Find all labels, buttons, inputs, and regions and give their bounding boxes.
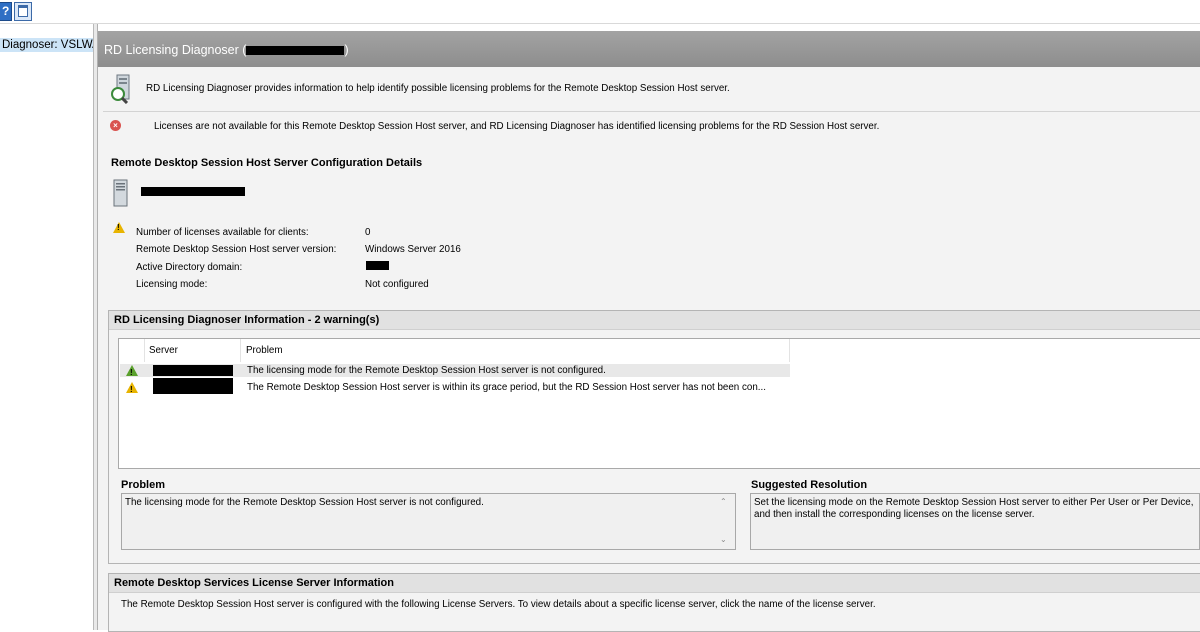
problem-text: The licensing mode for the Remote Deskto… [125,497,484,508]
config-label-licenses: Number of licenses available for clients… [136,227,309,238]
toolbar: ? [0,0,1200,24]
config-value-licensing-mode: Not configured [365,279,429,290]
config-label-version: Remote Desktop Session Host server versi… [136,244,337,255]
problem-cell: The Remote Desktop Session Host server i… [247,382,766,393]
config-value-version: Windows Server 2016 [365,244,461,255]
column-separator[interactable] [144,339,145,362]
error-icon: × [110,120,121,131]
resolution-label: Suggested Resolution [751,479,868,491]
intro-text: RD Licensing Diagnoser provides informat… [146,83,730,94]
warning-icon [126,365,138,379]
warning-icon [126,382,138,396]
scroll-down-icon[interactable]: ⌄ [720,535,727,544]
diagnoser-icon [110,74,136,105]
warnings-list[interactable]: Server Problem The licensing mode for th… [118,338,1200,469]
scroll-up-icon[interactable]: ⌃ [720,497,727,506]
diagnoser-info-header: RD Licensing Diagnoser Information - 2 w… [109,311,1200,330]
divider [103,111,1200,112]
page-title: RD Licensing Diagnoser ( [104,43,247,57]
config-section-title: Remote Desktop Session Host Server Confi… [111,157,423,169]
license-server-text: The Remote Desktop Session Host server i… [121,599,876,610]
warning-icon [113,222,125,233]
problem-textbox[interactable]: The licensing mode for the Remote Deskto… [121,493,736,550]
table-row[interactable]: The Remote Desktop Session Host server i… [120,378,790,396]
server-icon [113,179,129,207]
column-separator[interactable] [789,339,790,362]
config-label-domain: Active Directory domain: [136,262,243,273]
config-label-licensing-mode: Licensing mode: [136,279,208,290]
problem-label: Problem [121,479,166,491]
table-row[interactable]: The licensing mode for the Remote Deskto… [120,364,790,379]
problem-cell: The licensing mode for the Remote Deskto… [247,365,606,376]
config-value-licenses: 0 [365,227,371,238]
column-header-problem[interactable]: Problem [246,339,282,362]
redacted-server-name [153,378,233,394]
title-bar: RD Licensing Diagnoser () [98,31,1200,67]
resolution-textbox[interactable]: Set the licensing mode on the Remote Des… [750,493,1200,550]
redacted-server-hostname [141,187,245,196]
navigation-tree: Diagnoser: VSLWA [0,24,94,630]
redacted-server-name [153,365,233,376]
tree-item-diagnoser[interactable]: Diagnoser: VSLWA [0,38,93,52]
resolution-text: Set the licensing mode on the Remote Des… [754,497,1194,520]
license-server-header: Remote Desktop Services License Server I… [109,574,1200,593]
redacted-domain [366,261,389,270]
error-message: Licenses are not available for this Remo… [154,121,880,132]
column-header-server[interactable]: Server [149,339,178,362]
help-icon[interactable]: ? [0,2,12,21]
column-separator[interactable] [240,339,241,362]
show-hide-pane-icon[interactable] [14,2,32,21]
redacted-server-name [246,46,345,56]
